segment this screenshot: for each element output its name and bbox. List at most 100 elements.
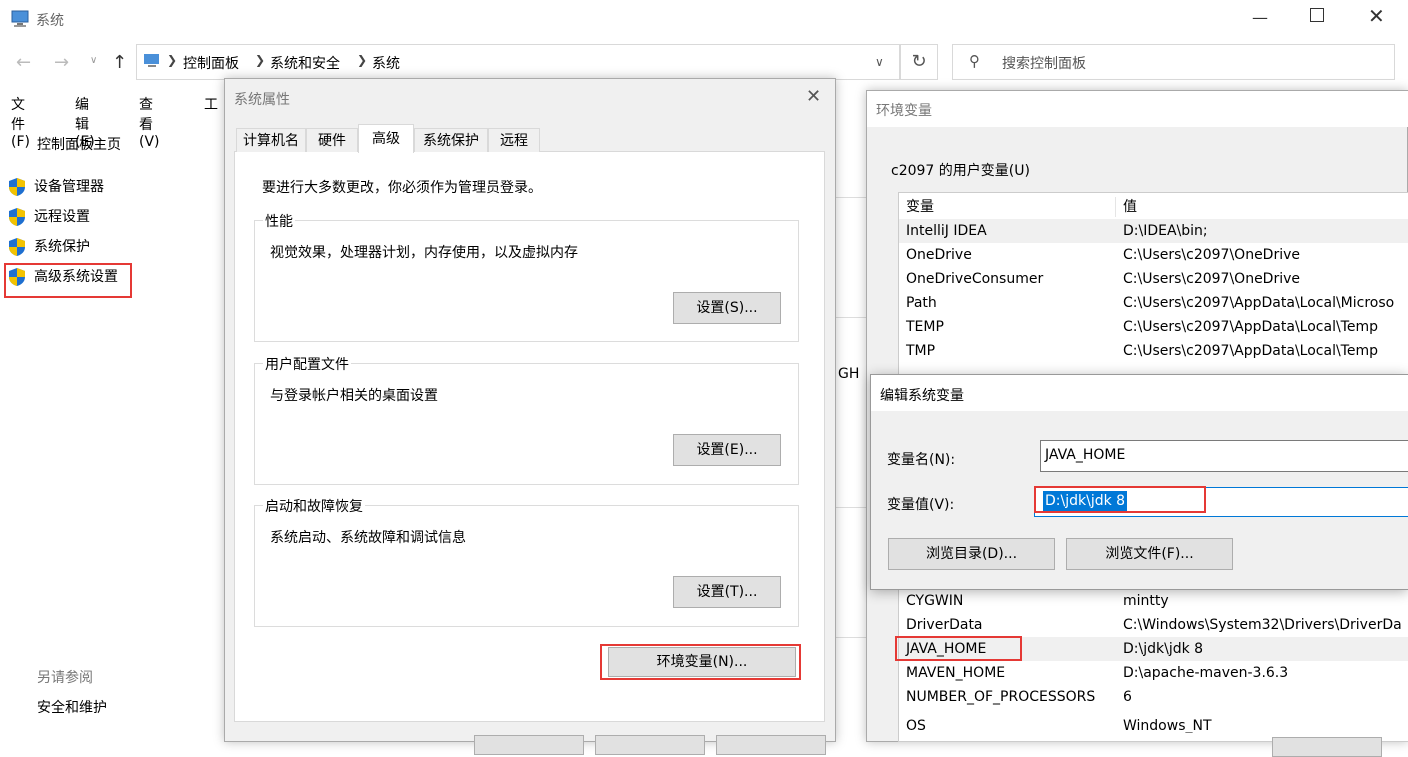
row-value: Windows_NT (1123, 718, 1212, 733)
table-row[interactable]: IntelliJ IDEA D:\IDEA\bin; (899, 219, 1408, 243)
table-row[interactable]: DriverData C:\Windows\System32\Drivers\D… (899, 613, 1408, 637)
breadcrumb-sep-icon: ❯ (357, 53, 368, 67)
edit-dialog-title: 编辑系统变量 (880, 388, 964, 404)
address-bar[interactable]: ❯ 控制面板 ❯ 系统和安全 ❯ 系统 ∨ (136, 44, 900, 80)
browse-directory-button[interactable]: 浏览目录(D)... (888, 538, 1055, 570)
refresh-button[interactable]: ↻ (900, 44, 938, 80)
tab-hardware[interactable]: 硬件 (306, 128, 358, 152)
system-icon (10, 10, 30, 32)
refresh-icon: ↻ (911, 51, 927, 72)
variable-value-label: 变量值(V): (887, 497, 955, 513)
column-header-variable[interactable]: 变量 (906, 195, 934, 219)
maximize-icon[interactable] (1310, 8, 1324, 22)
row-name: TMP (906, 343, 936, 359)
user-profiles-settings-button[interactable]: 设置(E)... (673, 434, 781, 466)
shield-icon (8, 177, 26, 197)
minimize-icon[interactable]: — (1252, 8, 1268, 27)
row-value: D:\IDEA\bin; (1123, 223, 1208, 239)
cancel-button[interactable] (595, 735, 705, 755)
breadcrumb-system-security[interactable]: 系统和安全 (270, 53, 340, 73)
menu-tools[interactable]: 工 (204, 94, 218, 114)
search-icon: ⚲ (969, 52, 980, 70)
row-value: C:\Users\c2097\AppData\Local\Temp (1123, 319, 1378, 335)
ok-button[interactable] (474, 735, 584, 755)
sidebar-item-label: 设备管理器 (34, 179, 104, 195)
system-properties-title: 系统属性 (234, 92, 290, 108)
tab-remote[interactable]: 远程 (488, 128, 540, 152)
control-panel-icon (143, 53, 161, 73)
sidebar-item-label: 远程设置 (34, 209, 90, 225)
table-row[interactable]: NUMBER_OF_PROCESSORS 6 (899, 685, 1408, 709)
shield-icon (8, 237, 26, 257)
column-divider (1115, 197, 1116, 217)
up-arrow-icon[interactable]: ↑ (112, 52, 127, 73)
row-value: C:\Users\c2097\AppData\Local\Temp (1123, 343, 1378, 359)
breadcrumb-sep-icon: ❯ (167, 53, 178, 67)
breadcrumb-sep-icon: ❯ (255, 53, 266, 67)
row-name: CYGWIN (906, 593, 964, 609)
sidebar-home-link[interactable]: 控制面板主页 (37, 134, 121, 154)
table-row[interactable]: OneDriveConsumer C:\Users\c2097\OneDrive (899, 267, 1408, 291)
row-value: D:\jdk\jdk 8 (1123, 641, 1204, 657)
row-name: Path (906, 295, 937, 311)
background-partial-text: GH (838, 366, 860, 382)
highlight-box-java-home-row (895, 636, 1022, 661)
menu-file[interactable]: 文件(F) (11, 94, 30, 150)
window-title: 系统 (36, 13, 64, 29)
recent-chevron-icon[interactable]: ∨ (90, 55, 97, 66)
user-profiles-label: 用户配置文件 (263, 354, 351, 374)
breadcrumb-control-panel[interactable]: 控制面板 (183, 53, 239, 73)
startup-recovery-description: 系统启动、系统故障和调试信息 (270, 530, 466, 546)
table-row[interactable]: CYGWIN mintty (899, 589, 1408, 613)
sidebar-item-system-protection[interactable]: 系统保护 (8, 237, 90, 257)
browse-file-button[interactable]: 浏览文件(F)... (1066, 538, 1233, 570)
sidebar-item-remote-settings[interactable]: 远程设置 (8, 207, 90, 227)
table-row[interactable]: MAVEN_HOME D:\apache-maven-3.6.3 (899, 661, 1408, 685)
startup-recovery-label: 启动和故障恢复 (263, 496, 365, 516)
table-row[interactable]: TEMP C:\Users\c2097\AppData\Local\Temp (899, 315, 1408, 339)
row-value: C:\Users\c2097\AppData\Local\Microso (1123, 295, 1395, 311)
tab-system-protection[interactable]: 系统保护 (414, 128, 488, 152)
table-row[interactable]: TMP C:\Users\c2097\AppData\Local\Temp (899, 339, 1408, 363)
breadcrumb-system[interactable]: 系统 (372, 53, 400, 73)
performance-description: 视觉效果，处理器计划，内存使用，以及虚拟内存 (270, 245, 578, 261)
search-box[interactable]: ⚲ 搜索控制面板 (952, 44, 1395, 80)
highlight-box-env-button (600, 644, 801, 680)
forward-arrow-icon[interactable]: → (54, 52, 69, 73)
tab-computer-name[interactable]: 计算机名 (236, 128, 306, 152)
system-properties-close-icon[interactable]: ✕ (806, 86, 821, 107)
highlight-box-variable-value (1034, 486, 1206, 513)
row-value: C:\Users\c2097\OneDrive (1123, 271, 1301, 287)
env-title-bar (867, 91, 1408, 127)
sidebar-item-label: 系统保护 (34, 239, 90, 255)
table-row-partial[interactable]: OS Windows_NT (899, 709, 1408, 733)
close-icon[interactable]: ✕ (1368, 4, 1385, 28)
row-name: NUMBER_OF_PROCESSORS (906, 689, 1096, 705)
variable-name-input[interactable]: JAVA_HOME (1040, 440, 1408, 472)
menu-view[interactable]: 查看(V) (139, 94, 160, 150)
variable-name-value: JAVA_HOME (1045, 447, 1126, 463)
variable-name-label: 变量名(N): (887, 452, 956, 468)
performance-settings-button[interactable]: 设置(S)... (673, 292, 781, 324)
background-divider (834, 507, 866, 508)
row-value: D:\apache-maven-3.6.3 (1123, 665, 1289, 681)
address-dropdown-icon[interactable]: ∨ (875, 55, 884, 69)
see-also-security-link[interactable]: 安全和维护 (37, 697, 107, 717)
tab-advanced[interactable]: 高级 (358, 124, 414, 153)
search-input[interactable]: 搜索控制面板 (1002, 53, 1086, 73)
user-variables-label: c2097 的用户变量(U) (891, 163, 1030, 179)
performance-label: 性能 (263, 211, 295, 231)
startup-recovery-group (254, 505, 799, 627)
shield-icon (8, 207, 26, 227)
table-row[interactable]: Path C:\Users\c2097\AppData\Local\Micros… (899, 291, 1408, 315)
row-name: MAVEN_HOME (906, 665, 1006, 681)
table-row[interactable]: OneDrive C:\Users\c2097\OneDrive (899, 243, 1408, 267)
back-arrow-icon[interactable]: ← (16, 52, 31, 73)
sidebar-item-device-manager[interactable]: 设备管理器 (8, 177, 104, 197)
column-header-value[interactable]: 值 (1123, 195, 1137, 219)
row-name: OneDrive (906, 247, 972, 263)
env-dialog-footer-button[interactable] (1272, 737, 1382, 757)
apply-button[interactable] (716, 735, 826, 755)
row-value: C:\Windows\System32\Drivers\DriverDa (1123, 617, 1402, 633)
startup-recovery-settings-button[interactable]: 设置(T)... (673, 576, 781, 608)
